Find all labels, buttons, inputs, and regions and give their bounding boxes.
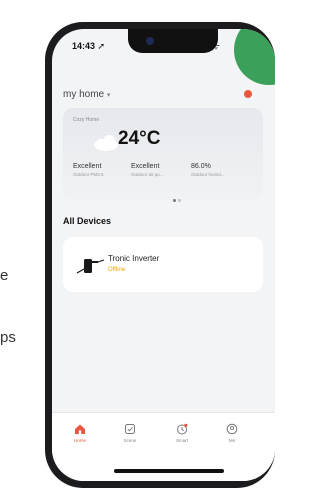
page-dot: [178, 199, 181, 202]
tab-home[interactable]: Home: [60, 423, 100, 443]
home-indicator: [114, 469, 224, 473]
chevron-down-icon: ▾: [106, 92, 111, 99]
location-icon: ➚: [97, 41, 106, 51]
device-card[interactable]: Tronic Inverter Offline: [63, 237, 263, 292]
phone-screen: 14:43 ➚ ııl ᯤ my home ▾ Cozy Home 24°C E…: [52, 29, 275, 481]
phone-frame: 14:43 ➚ ııl ᯤ my home ▾ Cozy Home 24°C E…: [45, 22, 275, 488]
status-time: 14:43 ➚: [72, 41, 106, 51]
page-indicator: [173, 189, 183, 207]
side-text-2: ps: [0, 329, 16, 346]
temperature: 24°C: [118, 128, 161, 149]
tab-smart[interactable]: Smart: [162, 423, 202, 443]
tab-scene[interactable]: Scene: [110, 423, 150, 443]
weather-card[interactable]: Cozy Home 24°C Excellent Outdoor PM2.5 E…: [63, 108, 263, 202]
home-selector[interactable]: my home ▾: [63, 89, 110, 100]
stat-air-quality: Excellent Outdoor air qu...: [131, 163, 164, 177]
green-badge: [234, 29, 275, 85]
stat-pm25: Excellent Outdoor PM2.5: [73, 163, 104, 177]
cloud-icon: [94, 135, 118, 151]
device-status: Offline: [108, 267, 126, 273]
smart-icon: [177, 423, 188, 435]
side-text-1: e: [0, 267, 9, 284]
device-name: Tronic Inverter: [108, 254, 160, 263]
add-icon[interactable]: [244, 90, 252, 98]
camera-icon: [146, 37, 154, 45]
section-title: All Devices: [63, 216, 112, 226]
tab-bar: Home Scene Smart Me: [52, 412, 275, 481]
home-icon: [75, 424, 85, 434]
stat-humidity: 86.0% Outdoor humid...: [191, 163, 225, 177]
me-icon: [226, 423, 238, 435]
weather-label: Cozy Home: [73, 117, 100, 123]
scene-icon: [125, 424, 135, 434]
status-icons: ııl ᯤ: [204, 42, 220, 51]
tab-me[interactable]: Me: [212, 423, 252, 443]
home-name: my home: [63, 89, 105, 100]
page-dot-active: [173, 199, 176, 202]
inverter-icon: [76, 259, 105, 274]
